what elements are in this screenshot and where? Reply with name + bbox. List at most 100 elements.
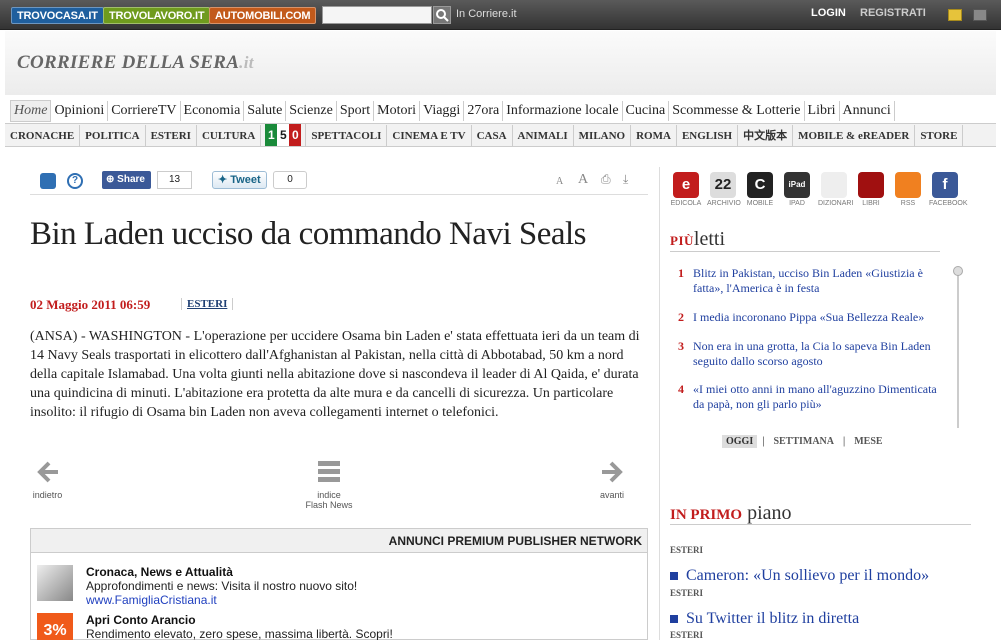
prev-button[interactable]: indietro — [30, 460, 65, 500]
section-esteri[interactable]: ESTERI — [146, 125, 197, 147]
section-nav: CRONACHE POLITICA ESTERI CULTURA 1 5 0 SPETTACO… — [5, 123, 996, 147]
nav-opinioni[interactable]: Opinioni — [51, 101, 109, 121]
tab-oggi[interactable]: OGGI — [722, 435, 758, 448]
font-smaller-button[interactable]: A — [556, 176, 563, 187]
nav-viaggi[interactable]: Viaggi — [420, 101, 465, 121]
primo-piano-item[interactable]: Su Twitter il blitz in diretta — [670, 610, 971, 628]
automobili-link[interactable]: AUTOMOBILI.COM — [209, 7, 317, 24]
search-scope: In Corriere.it — [456, 8, 517, 20]
section-spettacoli[interactable]: SPETTACOLI — [306, 125, 388, 147]
ad-title[interactable]: Cronaca, News e Attualità — [86, 565, 233, 579]
mail-icon[interactable] — [948, 9, 962, 21]
most-read-heading: PIÙletti — [670, 228, 725, 251]
nav-sport[interactable]: Sport — [337, 101, 375, 121]
section-cinema-e-tv[interactable]: CINEMA E TV — [387, 125, 472, 147]
flag-digit: 0 — [289, 124, 302, 146]
most-read-item[interactable]: 2I media incoronano Pippa «Sua Bellezza … — [678, 310, 948, 325]
section-store[interactable]: STORE — [915, 125, 964, 147]
section-casa[interactable]: CASA — [472, 125, 513, 147]
most-read-title[interactable]: Non era in una grotta, la Cia lo sapeva … — [678, 339, 948, 369]
divider — [670, 251, 940, 252]
most-read-title[interactable]: I media incoronano Pippa «Sua Bellezza R… — [678, 310, 948, 325]
quick-link-label: ARCHIVIO — [707, 200, 741, 207]
ad-url[interactable]: www.FamigliaCristiana.it — [86, 593, 217, 607]
primary-nav: Home Opinioni CorriereTV Economia Salute Scie… — [10, 100, 996, 122]
most-read-item[interactable]: 1 Blitz in Pakistan, ucciso Bin Laden «Gi… — [678, 266, 948, 296]
nav-annunci[interactable]: Annunci — [840, 101, 895, 121]
search-icon — [436, 9, 449, 22]
scrollbar-track[interactable] — [957, 270, 959, 428]
search-input[interactable] — [322, 6, 432, 24]
section-roma[interactable]: ROMA — [631, 125, 677, 147]
ipad-icon: iPad — [784, 172, 810, 198]
primo-piano-title[interactable]: Cameron: «Un sollievo per il mondo» — [686, 567, 929, 584]
most-read-item[interactable]: 3 Non era in una grotta, la Cia lo sapeva… — [678, 339, 948, 369]
nav-27ora[interactable]: 27ora — [464, 101, 504, 121]
ad-item[interactable]: 3% Apri Conto Arancio Rendimento elevato… — [31, 613, 641, 640]
tweet-button[interactable]: ✦ Tweet — [212, 171, 267, 189]
section-cultura[interactable]: CULTURA — [197, 125, 262, 147]
quick-link-rss[interactable]: RSS — [892, 172, 924, 207]
most-read-item[interactable]: 4 «I miei otto anni in mano all'aguzzino … — [678, 382, 948, 412]
download-icon[interactable]: ⤓ — [623, 172, 628, 187]
quick-link-libri[interactable]: LIBRI — [855, 172, 887, 207]
nav-informazione-locale[interactable]: Informazione locale — [503, 101, 623, 121]
search-button[interactable] — [433, 6, 451, 24]
site-logo[interactable]: CORRIERE DELLA SERA.it — [17, 52, 254, 74]
quick-link-archivio[interactable]: 22 ARCHIVIO — [707, 172, 741, 207]
font-larger-button[interactable]: A — [578, 172, 588, 188]
section-animali[interactable]: ANIMALI — [513, 125, 574, 147]
nav-scienze[interactable]: Scienze — [286, 101, 337, 121]
ad-item[interactable]: Cronaca, News e Attualità Approfondiment… — [31, 565, 641, 609]
quick-links: e EDICOLA 22 ARCHIVIO C MOBILE iPad IPAD DIZIONA… — [670, 172, 972, 214]
most-read-title[interactable]: Blitz in Pakistan, ucciso Bin Laden «Giu… — [678, 266, 948, 296]
section-english[interactable]: ENGLISH — [677, 125, 739, 147]
tab-mese[interactable]: MESE — [850, 435, 886, 448]
register-link[interactable]: REGISTRATI — [860, 7, 926, 19]
home-icon[interactable] — [973, 9, 987, 21]
nav-scommesse-lotterie[interactable]: Scommesse & Lotterie — [669, 101, 805, 121]
unita-150-logo[interactable]: 150 — [261, 124, 307, 147]
nav-economia[interactable]: Economia — [181, 101, 245, 121]
share-label: Share — [117, 174, 145, 185]
quick-link-dizionari[interactable]: DIZIONARI — [818, 172, 853, 207]
nav-cucina[interactable]: Cucina — [623, 101, 670, 121]
section-link[interactable]: ESTERI — [181, 298, 234, 310]
primo-piano-item[interactable]: Cameron: «Un sollievo per il mondo» — [670, 567, 971, 585]
speaker-icon[interactable] — [40, 173, 56, 189]
scrollbar-handle[interactable] — [953, 266, 963, 276]
flag-digit: 5 — [277, 124, 290, 146]
next-button[interactable]: avanti — [596, 460, 628, 500]
section-mobile-ereader[interactable]: MOBILE & eREADER — [793, 125, 916, 147]
login-link[interactable]: LOGIN — [811, 7, 846, 19]
logo-suffix: .it — [239, 53, 254, 72]
print-icon[interactable]: ⎙ — [601, 172, 611, 187]
share-button[interactable]: ⊕ Share — [102, 171, 151, 189]
index-button[interactable]: indice Flash News — [298, 460, 360, 510]
most-read-title[interactable]: «I miei otto anni in mano all'aguzzino D… — [678, 382, 948, 412]
section-cronache[interactable]: CRONACHE — [5, 125, 81, 147]
section-milano[interactable]: MILANO — [574, 125, 632, 147]
nav-salute[interactable]: Salute — [244, 101, 287, 121]
trovocasa-link[interactable]: TROVOCASA.IT — [11, 7, 104, 24]
quick-link-facebook[interactable]: f FACEBOOK — [929, 172, 968, 207]
quick-link-mobile[interactable]: C MOBILE — [744, 172, 776, 207]
primo-piano-title[interactable]: Su Twitter il blitz in diretta — [686, 610, 859, 627]
nav-home[interactable]: Home — [10, 100, 52, 122]
quick-link-ipad[interactable]: iPad IPAD — [781, 172, 813, 207]
edicola-icon: e — [673, 172, 699, 198]
quick-link-edicola[interactable]: e EDICOLA — [670, 172, 702, 207]
nav-libri[interactable]: Libri — [805, 101, 840, 121]
tab-settimana[interactable]: SETTIMANA — [769, 435, 838, 448]
rank-number: 2 — [678, 310, 684, 324]
tweet-count: 0 — [273, 171, 307, 189]
facebook-icon: f — [932, 172, 958, 198]
section--[interactable]: 中文版本 — [738, 125, 794, 147]
trovolavoro-link[interactable]: TROVOLAVORO.IT — [103, 7, 211, 24]
nav-corrieretv[interactable]: CorriereTV — [108, 101, 181, 121]
section-politica[interactable]: POLITICA — [80, 125, 146, 147]
ad-title[interactable]: Apri Conto Arancio — [86, 613, 196, 627]
help-icon[interactable]: ? — [67, 173, 83, 189]
nav-motori[interactable]: Motori — [374, 101, 421, 121]
bullet-icon — [670, 615, 678, 623]
